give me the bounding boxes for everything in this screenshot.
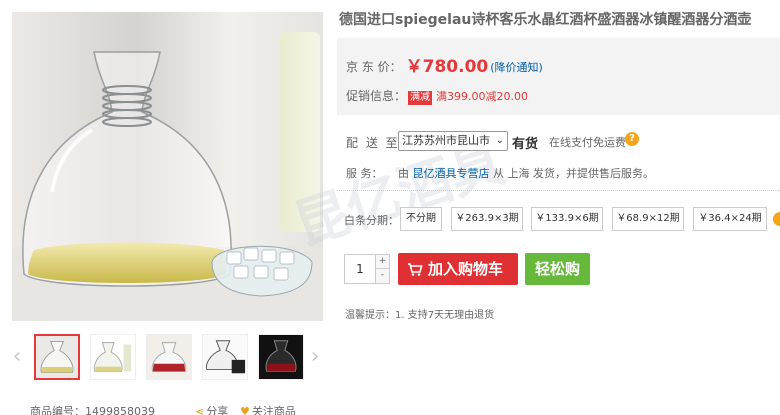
quantity-decrease-button[interactable]: -: [375, 269, 389, 283]
installment-option-0[interactable]: 不分期: [400, 207, 442, 231]
region-value: 江苏苏州市昆山市: [402, 134, 490, 147]
share-link[interactable]: ⋖ 分享: [195, 403, 228, 415]
chevron-left-icon[interactable]: ‹: [10, 346, 24, 368]
main-product-image[interactable]: [12, 12, 323, 321]
sku-text: 商品编号：1499858039: [30, 405, 155, 415]
service-suffix: 从 上海 发货，并提供售后服务。: [493, 167, 654, 180]
easy-buy-button[interactable]: 轻松购: [525, 253, 590, 285]
installment-option-2[interactable]: ￥133.9×6期: [531, 207, 603, 231]
thumbnail-5[interactable]: [258, 334, 304, 380]
divider: [337, 190, 780, 191]
quantity-input[interactable]: 1: [345, 255, 375, 283]
follow-link[interactable]: ♥ 关注商品: [240, 403, 296, 415]
heart-icon: ♥: [240, 405, 250, 415]
cart-icon: [408, 263, 423, 276]
add-to-cart-label: 加入购物车: [428, 260, 504, 278]
installment-label: 白条分期：: [344, 214, 399, 227]
thumbnail-2[interactable]: [90, 334, 136, 380]
decanter-photo: [12, 32, 323, 321]
quantity-stepper[interactable]: 1 + -: [344, 254, 390, 284]
installment-option-1[interactable]: ￥263.9×3期: [451, 207, 523, 231]
installment-option-3[interactable]: ￥68.9×12期: [612, 207, 684, 231]
product-title: 德国进口spiegelau诗杯客乐水晶红酒杯盛酒器冰镇醒酒器分酒壶: [339, 12, 752, 28]
purchase-tips: 温馨提示：1. 支持7天无理由退货: [345, 310, 495, 321]
thumbnail-strip: ‹ ›: [0, 332, 330, 384]
thumbnail-4[interactable]: [202, 334, 248, 380]
thumbnail-3[interactable]: [146, 334, 192, 380]
thumbnail-1[interactable]: [34, 334, 80, 380]
price-line: 京 东 价： ￥780.00 (降价通知): [346, 52, 543, 77]
region-select[interactable]: 江苏苏州市昆山市 ⌄: [398, 131, 508, 151]
store-link[interactable]: 昆亿酒具专营店: [413, 167, 490, 180]
service-row: 服 务： 由 昆亿酒具专营店 从 上海 发货，并提供售后服务。: [346, 165, 654, 181]
service-label: 服 务：: [346, 167, 383, 180]
price-drop-notice-link[interactable]: (降价通知): [490, 61, 543, 74]
promo-line: 促销信息： 满减 满399.00减20.00: [346, 87, 528, 105]
chevron-down-icon: ⌄: [495, 135, 504, 146]
share-icon: ⋖: [195, 405, 205, 415]
promo-label: 促销信息：: [346, 89, 407, 103]
help-icon[interactable]: ?: [625, 132, 639, 146]
price-value: ￥780.00: [405, 57, 489, 77]
installment-option-4[interactable]: ￥36.4×24期: [693, 207, 767, 231]
promo-tag: 满减: [408, 91, 433, 105]
price-box: 京 东 价： ￥780.00 (降价通知) 促销信息： 满减 满399.00减20.00: [337, 38, 780, 115]
service-prefix: 由: [398, 167, 409, 180]
add-to-cart-button[interactable]: 加入购物车: [398, 253, 518, 285]
installment-help-icon[interactable]: [773, 212, 780, 226]
chevron-right-icon[interactable]: ›: [308, 346, 322, 368]
shipping-note: 在线支付免运费: [549, 136, 626, 149]
promo-text: 满399.00减20.00: [436, 90, 528, 103]
quantity-increase-button[interactable]: +: [375, 255, 389, 269]
stock-status: 有货: [512, 137, 539, 152]
price-label: 京 东 价：: [346, 60, 402, 74]
